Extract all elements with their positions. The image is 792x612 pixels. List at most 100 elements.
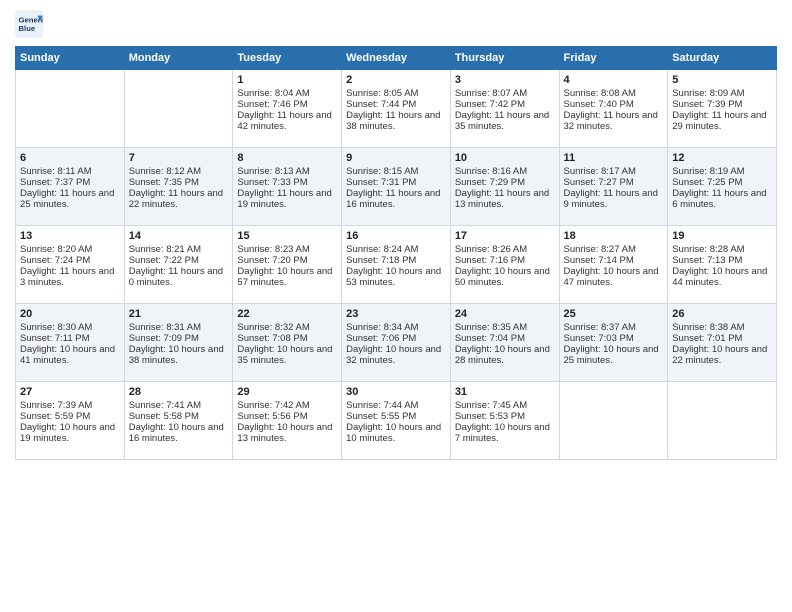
cell-info-line: Daylight: 11 hours and 29 minutes. [672, 110, 772, 132]
calendar-week-row: 20Sunrise: 8:30 AMSunset: 7:11 PMDayligh… [16, 304, 777, 382]
cell-info-line: Sunrise: 8:20 AM [20, 244, 120, 255]
cell-info-line: Sunrise: 8:26 AM [455, 244, 555, 255]
calendar-cell: 28Sunrise: 7:41 AMSunset: 5:58 PMDayligh… [124, 382, 233, 460]
cell-info-line: Sunset: 7:04 PM [455, 333, 555, 344]
cell-info-line: Sunrise: 8:23 AM [237, 244, 337, 255]
cell-info-line: Sunset: 7:09 PM [129, 333, 229, 344]
cell-info-line: Sunrise: 8:08 AM [564, 88, 664, 99]
cell-info-line: Sunset: 7:39 PM [672, 99, 772, 110]
cell-info-line: Sunrise: 7:39 AM [20, 400, 120, 411]
cell-info-line: Sunrise: 7:44 AM [346, 400, 446, 411]
cell-info-line: Sunset: 5:59 PM [20, 411, 120, 422]
calendar-cell: 11Sunrise: 8:17 AMSunset: 7:27 PMDayligh… [559, 148, 668, 226]
calendar-cell: 7Sunrise: 8:12 AMSunset: 7:35 PMDaylight… [124, 148, 233, 226]
cell-info-line: Sunrise: 8:31 AM [129, 322, 229, 333]
cell-info-line: Daylight: 11 hours and 6 minutes. [672, 188, 772, 210]
day-number: 22 [237, 308, 337, 320]
calendar-cell [16, 70, 125, 148]
calendar-cell: 18Sunrise: 8:27 AMSunset: 7:14 PMDayligh… [559, 226, 668, 304]
cell-info-line: Sunset: 7:33 PM [237, 177, 337, 188]
day-number: 18 [564, 230, 664, 242]
cell-info-line: Sunset: 7:31 PM [346, 177, 446, 188]
day-number: 1 [237, 74, 337, 86]
calendar-week-row: 13 Sunrise: 8:20 AMSunset: 7:24 PM Dayligh… [16, 226, 777, 304]
cell-info-line: Daylight: 10 hours and 44 minutes. [672, 266, 772, 288]
cell-info-line: Sunset: 7:01 PM [672, 333, 772, 344]
cell-info-line: Daylight: 10 hours and 22 minutes. [672, 344, 772, 366]
calendar-cell: 13Sunrise: 8:20 AMSunset: 7:24 PMDayligh… [16, 226, 125, 304]
day-number: 26 [672, 308, 772, 320]
day-number: 21 [129, 308, 229, 320]
day-number: 10 [455, 152, 555, 164]
cell-info-line: Sunset: 7:25 PM [672, 177, 772, 188]
cell-info-line: Daylight: 11 hours and 25 minutes. [20, 188, 120, 210]
calendar-cell: 23Sunrise: 8:34 AMSunset: 7:06 PMDayligh… [342, 304, 451, 382]
cell-info-line: Daylight: 10 hours and 19 minutes. [20, 422, 120, 444]
calendar-cell: 30Sunrise: 7:44 AMSunset: 5:55 PMDayligh… [342, 382, 451, 460]
calendar-cell: 6Sunrise: 8:11 AMSunset: 7:37 PMDaylight… [16, 148, 125, 226]
cell-info-line: Sunrise: 8:15 AM [346, 166, 446, 177]
calendar-cell: 8Sunrise: 8:13 AMSunset: 7:33 PMDaylight… [233, 148, 342, 226]
weekday-header-saturday: Saturday [668, 47, 777, 70]
cell-info-line: Daylight: 10 hours and 28 minutes. [455, 344, 555, 366]
day-number: 27 [20, 386, 120, 398]
calendar-cell: 24Sunrise: 8:35 AMSunset: 7:04 PMDayligh… [450, 304, 559, 382]
day-number: 9 [346, 152, 446, 164]
cell-info-line: Sunrise: 8:12 AM [129, 166, 229, 177]
day-number: 8 [237, 152, 337, 164]
cell-info-line: Daylight: 10 hours and 50 minutes. [455, 266, 555, 288]
calendar-cell: 4Sunrise: 8:08 AMSunset: 7:40 PMDaylight… [559, 70, 668, 148]
calendar-cell: 26Sunrise: 8:38 AMSunset: 7:01 PMDayligh… [668, 304, 777, 382]
cell-info-line: Sunset: 7:16 PM [455, 255, 555, 266]
cell-info-line: Sunset: 7:46 PM [237, 99, 337, 110]
cell-info-line: Daylight: 10 hours and 57 minutes. [237, 266, 337, 288]
cell-info-line: Sunset: 7:20 PM [237, 255, 337, 266]
day-number: 2 [346, 74, 446, 86]
cell-info-line: Sunset: 7:18 PM [346, 255, 446, 266]
day-number: 29 [237, 386, 337, 398]
day-number: 17 [455, 230, 555, 242]
cell-info-line: Daylight: 11 hours and 13 minutes. [455, 188, 555, 210]
cell-info-line: Sunset: 7:08 PM [237, 333, 337, 344]
cell-info-line: Sunrise: 7:41 AM [129, 400, 229, 411]
day-number: 30 [346, 386, 446, 398]
cell-info-line: Daylight: 11 hours and 35 minutes. [455, 110, 555, 132]
cell-info-line: Sunrise: 8:28 AM [672, 244, 772, 255]
cell-info-line: Daylight: 10 hours and 53 minutes. [346, 266, 446, 288]
cell-info-line: Sunrise: 8:09 AM [672, 88, 772, 99]
cell-info-line: Daylight: 11 hours and 22 minutes. [129, 188, 229, 210]
weekday-header-tuesday: Tuesday [233, 47, 342, 70]
calendar-cell [559, 382, 668, 460]
cell-info-line: Daylight: 11 hours and 9 minutes. [564, 188, 664, 210]
calendar-cell: 29Sunrise: 7:42 AMSunset: 5:56 PMDayligh… [233, 382, 342, 460]
weekday-header-wednesday: Wednesday [342, 47, 451, 70]
cell-info-line: Daylight: 10 hours and 13 minutes. [237, 422, 337, 444]
calendar-header-row: SundayMondayTuesdayWednesdayThursdayFrid… [16, 47, 777, 70]
logo: General Blue [15, 10, 47, 38]
cell-info-line: Sunrise: 8:37 AM [564, 322, 664, 333]
cell-info-line: Sunset: 5:55 PM [346, 411, 446, 422]
cell-info-line: Sunrise: 8:17 AM [564, 166, 664, 177]
cell-info-line: Daylight: 10 hours and 47 minutes. [564, 266, 664, 288]
cell-info-line: Daylight: 11 hours and 32 minutes. [564, 110, 664, 132]
cell-info-line: Sunset: 7:24 PM [20, 255, 120, 266]
calendar-cell: 22Sunrise: 8:32 AMSunset: 7:08 PMDayligh… [233, 304, 342, 382]
cell-info-line: Sunrise: 8:07 AM [455, 88, 555, 99]
logo-icon: General Blue [15, 10, 43, 38]
day-number: 6 [20, 152, 120, 164]
calendar-table: SundayMondayTuesdayWednesdayThursdayFrid… [15, 46, 777, 460]
cell-info-line: Sunset: 5:58 PM [129, 411, 229, 422]
weekday-header-sunday: Sunday [16, 47, 125, 70]
cell-info-line: Sunrise: 8:05 AM [346, 88, 446, 99]
cell-info-line: Sunrise: 8:32 AM [237, 322, 337, 333]
calendar-cell: 17 Sunrise: 8:26 AMSunset: 7:16 PMDayligh… [450, 226, 559, 304]
calendar-week-row: 6Sunrise: 8:11 AMSunset: 7:37 PMDaylight… [16, 148, 777, 226]
cell-info-line: Sunrise: 8:11 AM [20, 166, 120, 177]
day-number: 13 [20, 230, 120, 242]
cell-info-line: Sunrise: 8:21 AM [129, 244, 229, 255]
cell-info-line: Sunset: 7:35 PM [129, 177, 229, 188]
day-number: 31 [455, 386, 555, 398]
day-number: 25 [564, 308, 664, 320]
day-number: 14 [129, 230, 229, 242]
calendar-cell [668, 382, 777, 460]
